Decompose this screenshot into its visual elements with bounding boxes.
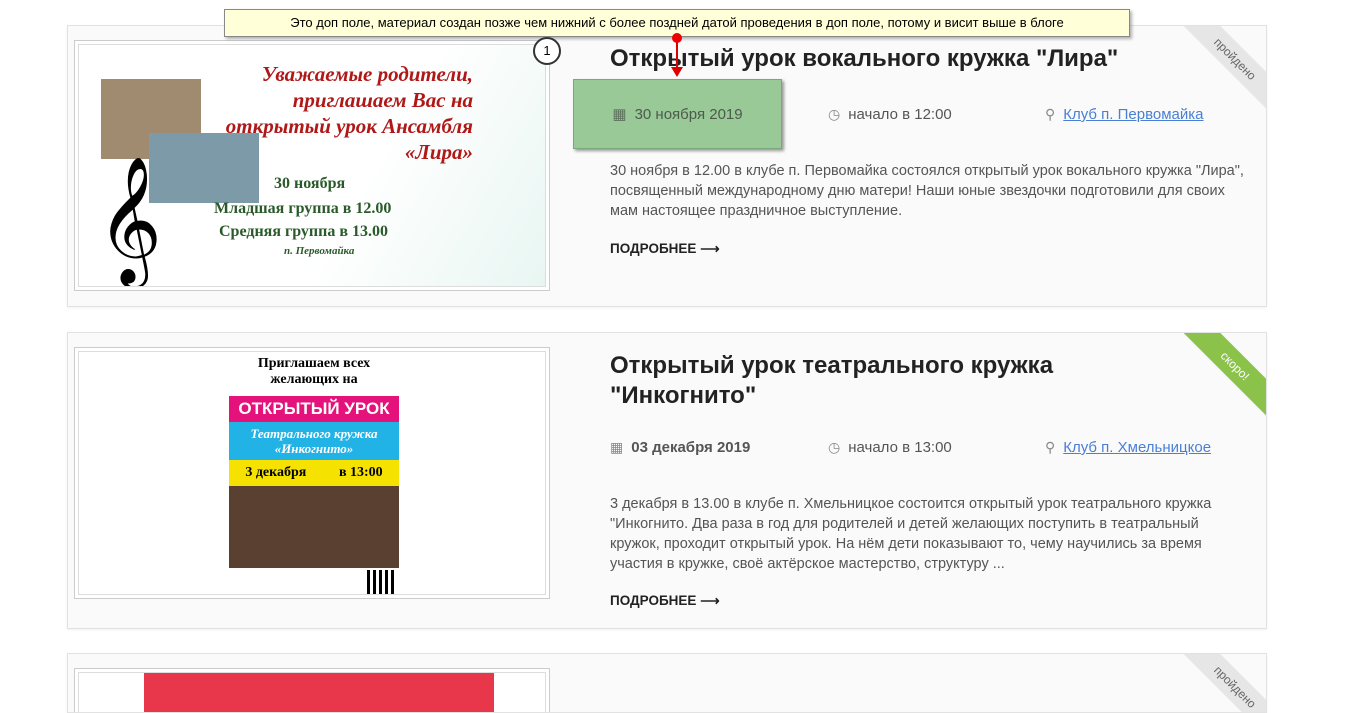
poster: Приглашаем всех желающих на ОТКРЫТЫЙ УРО… xyxy=(229,352,399,594)
poster-date: 30 ноября xyxy=(274,175,346,192)
time-text: начало в 12:00 xyxy=(848,106,952,123)
photo xyxy=(229,486,399,568)
annotation-marker: 1 xyxy=(533,37,561,65)
post-card: 𝄞 Уважаемые родители, приглашаем Вас на … xyxy=(67,25,1267,307)
poster-banner: ОТКРЫТЫЙ УРОК xyxy=(229,396,399,422)
poster-place: п. Первомайка xyxy=(284,245,355,257)
highlighted-date: ▦ 30 ноября 2019 xyxy=(573,79,782,149)
read-more-link[interactable]: ПОДРОБНЕЕ ⟶ xyxy=(610,593,720,609)
post-description: 3 декабря в 13.00 в клубе п. Хмельницкое… xyxy=(610,496,1212,572)
post-image[interactable]: Приглашаем всех желающих на ОТКРЫТЫЙ УРО… xyxy=(74,347,550,599)
post-title[interactable]: Открытый урок вокального кружка "Лира" xyxy=(610,44,1170,74)
status-ribbon: скоро! xyxy=(1179,333,1266,422)
qr-code xyxy=(367,570,395,594)
post-date: 30 ноября 2019 xyxy=(634,105,743,123)
post-time: ◷ начало в 12:00 xyxy=(828,106,952,123)
poster-heading: Уважаемые родители, приглашаем Вас на от… xyxy=(225,62,473,164)
post-description: 30 ноября в 12.00 в клубе п. Первомайка … xyxy=(610,163,1244,219)
post-image[interactable]: 𝄞 Уважаемые родители, приглашаем Вас на … xyxy=(74,40,550,291)
calendar-icon: ▦ xyxy=(610,439,624,455)
date-text: 03 декабря 2019 xyxy=(631,439,751,456)
map-pin-icon: ⚲ xyxy=(1045,106,1056,122)
post-title[interactable]: Открытый урок театрального кружка "Инког… xyxy=(610,351,1170,411)
read-more-link[interactable]: ПОДРОБНЕЕ ⟶ xyxy=(610,241,720,257)
poster-line: Младшая группа в 12.00 xyxy=(214,200,392,217)
map-pin-icon: ⚲ xyxy=(1045,439,1056,455)
place-link[interactable]: Клуб п. Первомайка xyxy=(1063,106,1203,123)
read-more-label: ПОДРОБНЕЕ xyxy=(610,593,697,608)
post-place: ⚲ Клуб п. Первомайка xyxy=(1045,106,1204,123)
poster-top: Приглашаем всех желающих на xyxy=(257,356,371,387)
poster-time: в 13:00 xyxy=(338,465,383,480)
clock-icon: ◷ xyxy=(828,106,841,122)
post-place: ⚲ Клуб п. Хмельницкое xyxy=(1045,439,1211,456)
time-text: начало в 13:00 xyxy=(848,439,952,456)
post-image[interactable] xyxy=(74,668,550,712)
poster-line: Средняя группа в 13.00 xyxy=(219,223,388,240)
status-ribbon: пройдено xyxy=(1179,654,1266,712)
poster-sub: Театрального кружка «Инкогнито» xyxy=(229,422,399,460)
place-link[interactable]: Клуб п. Хмельницкое xyxy=(1063,439,1211,456)
annotation-arrow xyxy=(671,33,683,77)
status-ribbon: пройдено xyxy=(1179,26,1266,115)
treble-clef-icon: 𝄞 xyxy=(97,158,163,281)
post-time: ◷ начало в 13:00 xyxy=(828,439,952,456)
poster-date: 3 декабря xyxy=(245,465,307,480)
post-card: пройдено xyxy=(67,653,1267,713)
read-more-label: ПОДРОБНЕЕ xyxy=(610,241,697,256)
calendar-icon: ▦ xyxy=(612,106,627,123)
post-card: Приглашаем всех желающих на ОТКРЫТЫЙ УРО… xyxy=(67,332,1267,629)
clock-icon: ◷ xyxy=(828,439,841,455)
post-date: ▦ 03 декабря 2019 xyxy=(610,439,750,456)
